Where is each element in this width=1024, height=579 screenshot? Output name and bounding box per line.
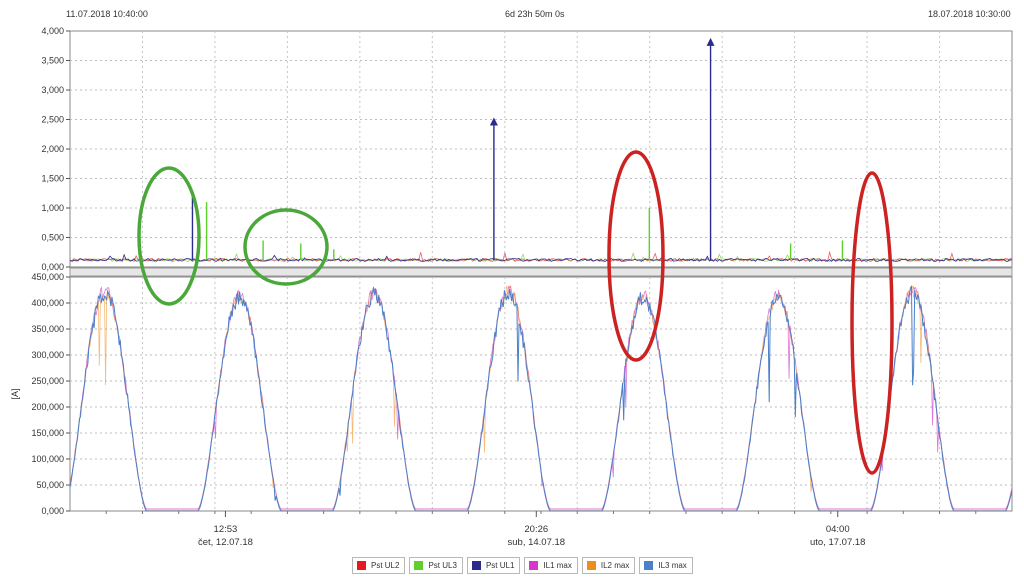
legend-item-pst-ul2[interactable]: Pst UL2: [352, 557, 406, 574]
lower-y-tick-label: 250,000: [31, 376, 64, 386]
upper-y-tick-label: 1,000: [41, 203, 64, 213]
panel-separator: [69, 267, 1013, 277]
upper-y-tick-label: 4,000: [41, 26, 64, 36]
upper-y-tick-label: 3,500: [41, 56, 64, 66]
legend-label-pst-ul1: Pst UL1: [485, 561, 515, 570]
upper-panel: 0,000 0,500 1,000 1,500 2,000 2,500 3,000 3,500…: [41, 26, 1013, 277]
lower-y-tick-label: 100,000: [31, 454, 64, 464]
lower-panel: 0,000 50,000 100,000 150,000 200,000 250,000 3…: [10, 272, 1013, 548]
legend-swatch-il3-max: [644, 561, 654, 570]
lower-y-axis-label: [A]: [10, 388, 20, 399]
chart-area: 0,000 0,500 1,000 1,500 2,000 2,500 3,000 3,500…: [10, 26, 1013, 548]
upper-y-tick-label: 0,500: [41, 233, 64, 243]
legend-item-pst-ul3[interactable]: Pst UL3: [409, 557, 463, 574]
lower-y-tick-label: 450,000: [31, 272, 64, 282]
legend-label-il3-max: IL3 max: [658, 561, 687, 570]
legend-item-il1-max[interactable]: IL1 max: [524, 557, 578, 574]
legend-swatch-pst-ul3: [414, 561, 424, 570]
x-tick-date-label: čet, 12.07.18: [198, 537, 253, 548]
legend-label-il2-max: IL2 max: [600, 561, 630, 570]
lower-y-tick-label: 350,000: [31, 324, 64, 334]
legend-item-il3-max[interactable]: IL3 max: [639, 557, 693, 574]
lower-y-tick-label: 400,000: [31, 298, 64, 308]
legend-label-pst-ul2: Pst UL2: [371, 561, 400, 570]
upper-y-tick-label: 0,000: [41, 262, 64, 272]
lower-plot-frame: [69, 276, 1013, 512]
legend-swatch-pst-ul2: [357, 561, 366, 570]
legend: Pst UL2 Pst UL3 Pst UL1 IL1 max IL2 max …: [352, 557, 697, 574]
legend-item-pst-ul1[interactable]: Pst UL1: [466, 557, 521, 574]
legend-item-il2-max[interactable]: IL2 max: [581, 557, 636, 574]
legend-swatch-pst-ul1: [471, 561, 481, 570]
upper-y-tick-label: 3,000: [41, 85, 64, 95]
lower-y-tick-label: 300,000: [31, 350, 64, 360]
x-tick-time-label: 04:00: [826, 524, 850, 535]
upper-y-tick-label: 2,000: [41, 144, 64, 154]
x-tick-time-label: 12:53: [214, 524, 238, 535]
lower-y-tick-label: 200,000: [31, 402, 64, 412]
lower-y-tick-label: 150,000: [31, 428, 64, 438]
legend-label-il1-max: IL1 max: [543, 561, 572, 570]
legend-label-pst-ul3: Pst UL3: [428, 561, 457, 570]
upper-y-tick-label: 2,500: [41, 115, 64, 125]
legend-swatch-il2-max: [586, 561, 596, 570]
lower-y-tick-label: 0,000: [41, 506, 64, 516]
x-tick-time-label: 20:26: [524, 524, 548, 535]
lower-y-tick-label: 50,000: [36, 480, 64, 490]
upper-y-tick-label: 1,500: [41, 174, 64, 184]
legend-swatch-il1-max: [529, 561, 539, 570]
x-tick-date-label: uto, 17.07.18: [810, 537, 865, 548]
x-tick-date-label: sub, 14.07.18: [508, 537, 566, 548]
